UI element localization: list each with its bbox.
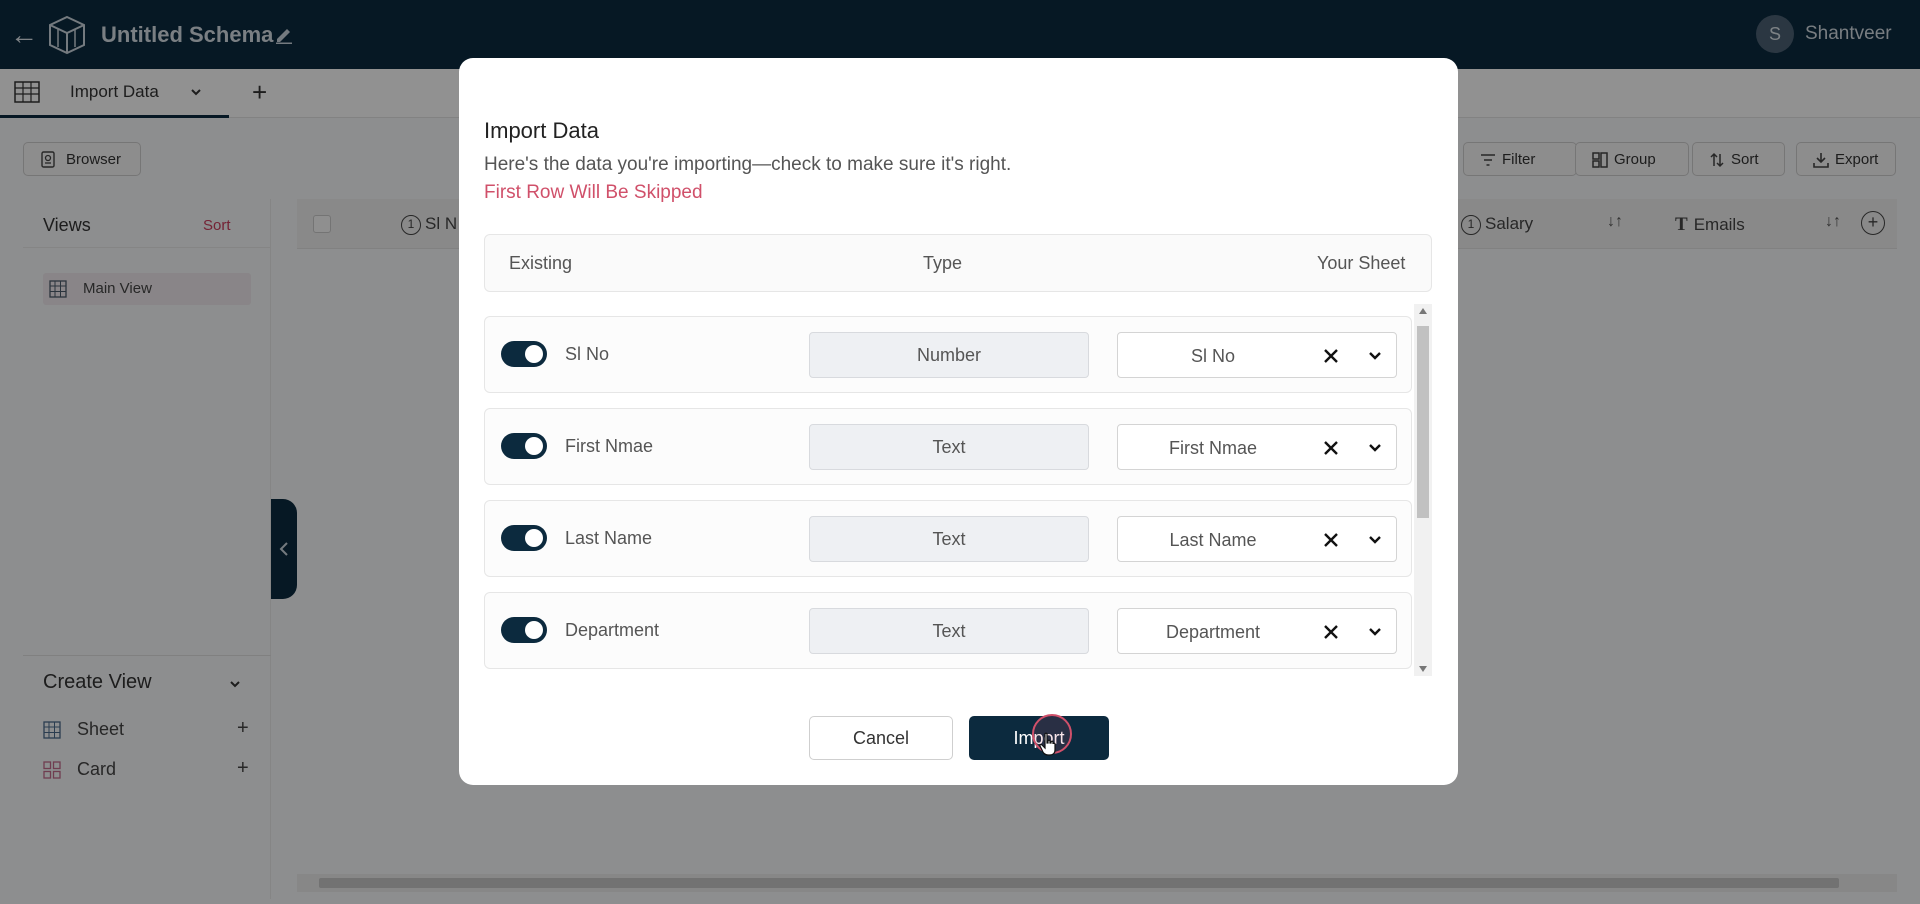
close-icon[interactable] [1322, 439, 1340, 457]
chevron-down-icon[interactable] [1368, 349, 1382, 363]
vertical-scrollbar[interactable] [1414, 304, 1432, 676]
skip-row-warning: First Row Will Be Skipped [484, 182, 703, 203]
include-toggle[interactable] [501, 525, 547, 551]
type-field[interactable]: Text [809, 608, 1089, 654]
field-name: First Nmae [565, 436, 654, 456]
hand-cursor-icon [1039, 732, 1056, 756]
mapping-row: Department Text Department [484, 592, 1412, 669]
type-field[interactable]: Text [809, 424, 1089, 470]
mapping-row: Sl No Number Sl No [484, 316, 1412, 393]
selected-value: Last Name [1169, 530, 1257, 550]
header-type: Type [923, 253, 963, 273]
field-name: Department [565, 620, 660, 640]
sheet-column-select[interactable]: Last Name [1117, 516, 1397, 562]
header-your-sheet: Your Sheet [1317, 253, 1406, 273]
sheet-column-select[interactable]: First Nmae [1117, 424, 1397, 470]
chevron-down-icon[interactable] [1368, 533, 1382, 547]
field-name: Sl No [565, 344, 610, 364]
mapping-header: Existing Type Your Sheet [484, 234, 1432, 292]
selected-value: Sl No [1190, 346, 1235, 366]
cancel-button[interactable]: Cancel [809, 716, 953, 760]
chevron-down-icon[interactable] [1368, 625, 1382, 639]
close-icon[interactable] [1322, 531, 1340, 549]
type-field[interactable]: Number [809, 332, 1089, 378]
selected-value: Department [1165, 622, 1261, 642]
field-name: Last Name [565, 528, 653, 548]
mapping-row: First Nmae Text First Nmae [484, 408, 1412, 485]
selected-value: First Nmae [1168, 438, 1257, 458]
dialog-title: Import Data [484, 118, 599, 143]
include-toggle[interactable] [501, 617, 547, 643]
mapping-row: Last Name Text Last Name [484, 500, 1412, 577]
type-field[interactable]: Text [809, 516, 1089, 562]
chevron-down-icon[interactable] [1368, 441, 1382, 455]
scroll-up-arrow-icon[interactable] [1419, 308, 1427, 314]
import-data-dialog: Import Data Here's the data you're impor… [459, 58, 1458, 785]
scrollbar-thumb[interactable] [1417, 326, 1429, 518]
sheet-column-select[interactable]: Sl No [1117, 332, 1397, 378]
close-icon[interactable] [1322, 623, 1340, 641]
scroll-down-arrow-icon[interactable] [1419, 666, 1427, 672]
include-toggle[interactable] [501, 341, 547, 367]
close-icon[interactable] [1322, 347, 1340, 365]
header-existing: Existing [509, 253, 573, 273]
sheet-column-select[interactable]: Department [1117, 608, 1397, 654]
include-toggle[interactable] [501, 433, 547, 459]
dialog-subtitle: Here's the data you're importing—check t… [484, 154, 1012, 175]
mapping-rows: Sl No Number Sl No First Nmae Text First… [484, 304, 1432, 676]
